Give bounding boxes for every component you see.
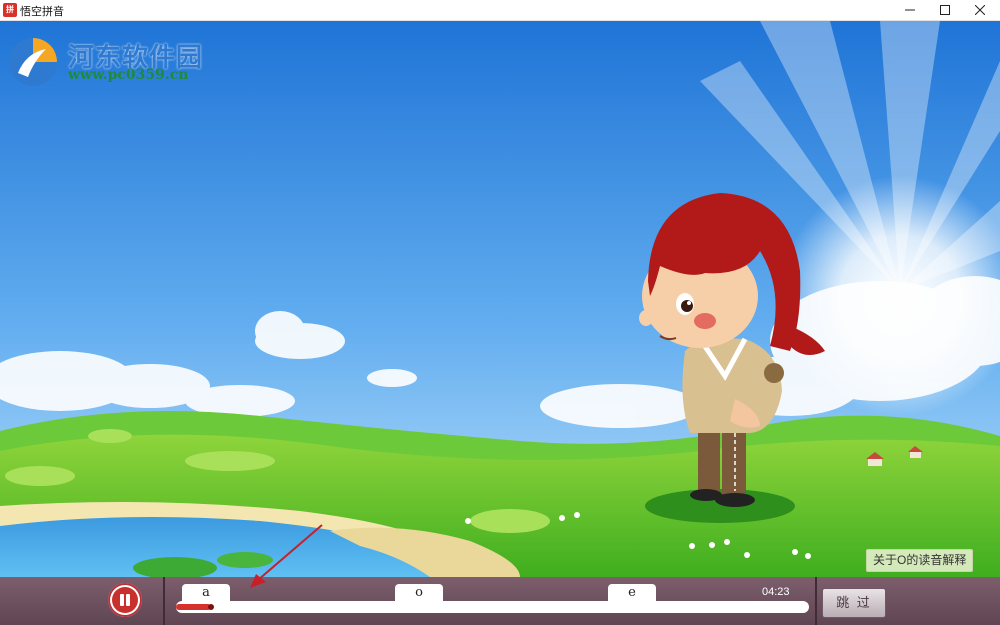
progress-track[interactable] — [176, 601, 809, 613]
pause-icon — [112, 587, 138, 613]
close-icon — [975, 5, 985, 15]
watermark-logo — [9, 38, 57, 86]
watermark-url: www.pc0359.cn — [68, 67, 189, 83]
app-icon: 拼 — [3, 3, 17, 17]
scene-illustration — [0, 21, 1000, 577]
close-button[interactable] — [963, 0, 997, 20]
maximize-icon — [940, 5, 950, 15]
watermark: 河东软件园 www.pc0359.cn — [6, 35, 216, 89]
bar-divider — [163, 577, 165, 625]
maximize-button[interactable] — [928, 0, 962, 20]
window-title: 悟空拼音 — [20, 6, 64, 18]
pause-button[interactable] — [108, 583, 142, 617]
letter-tab-a[interactable]: a — [182, 584, 230, 602]
minimize-icon — [905, 9, 915, 11]
title-bar: 拼 悟空拼音 — [0, 0, 1000, 21]
pronunciation-tooltip[interactable]: 关于O的读音解释 — [866, 549, 974, 572]
skip-button[interactable]: 跳 过 — [822, 588, 886, 618]
letter-tab-o[interactable]: o — [395, 584, 443, 602]
bar-divider — [815, 577, 817, 625]
progress-fill — [176, 604, 211, 610]
progress-handle[interactable] — [208, 604, 214, 610]
letter-tab-e[interactable]: e — [608, 584, 656, 602]
time-display: 04:23 — [762, 586, 790, 598]
minimize-button[interactable] — [893, 0, 927, 20]
animation-scene: 河东软件园 www.pc0359.cn — [0, 21, 1000, 577]
